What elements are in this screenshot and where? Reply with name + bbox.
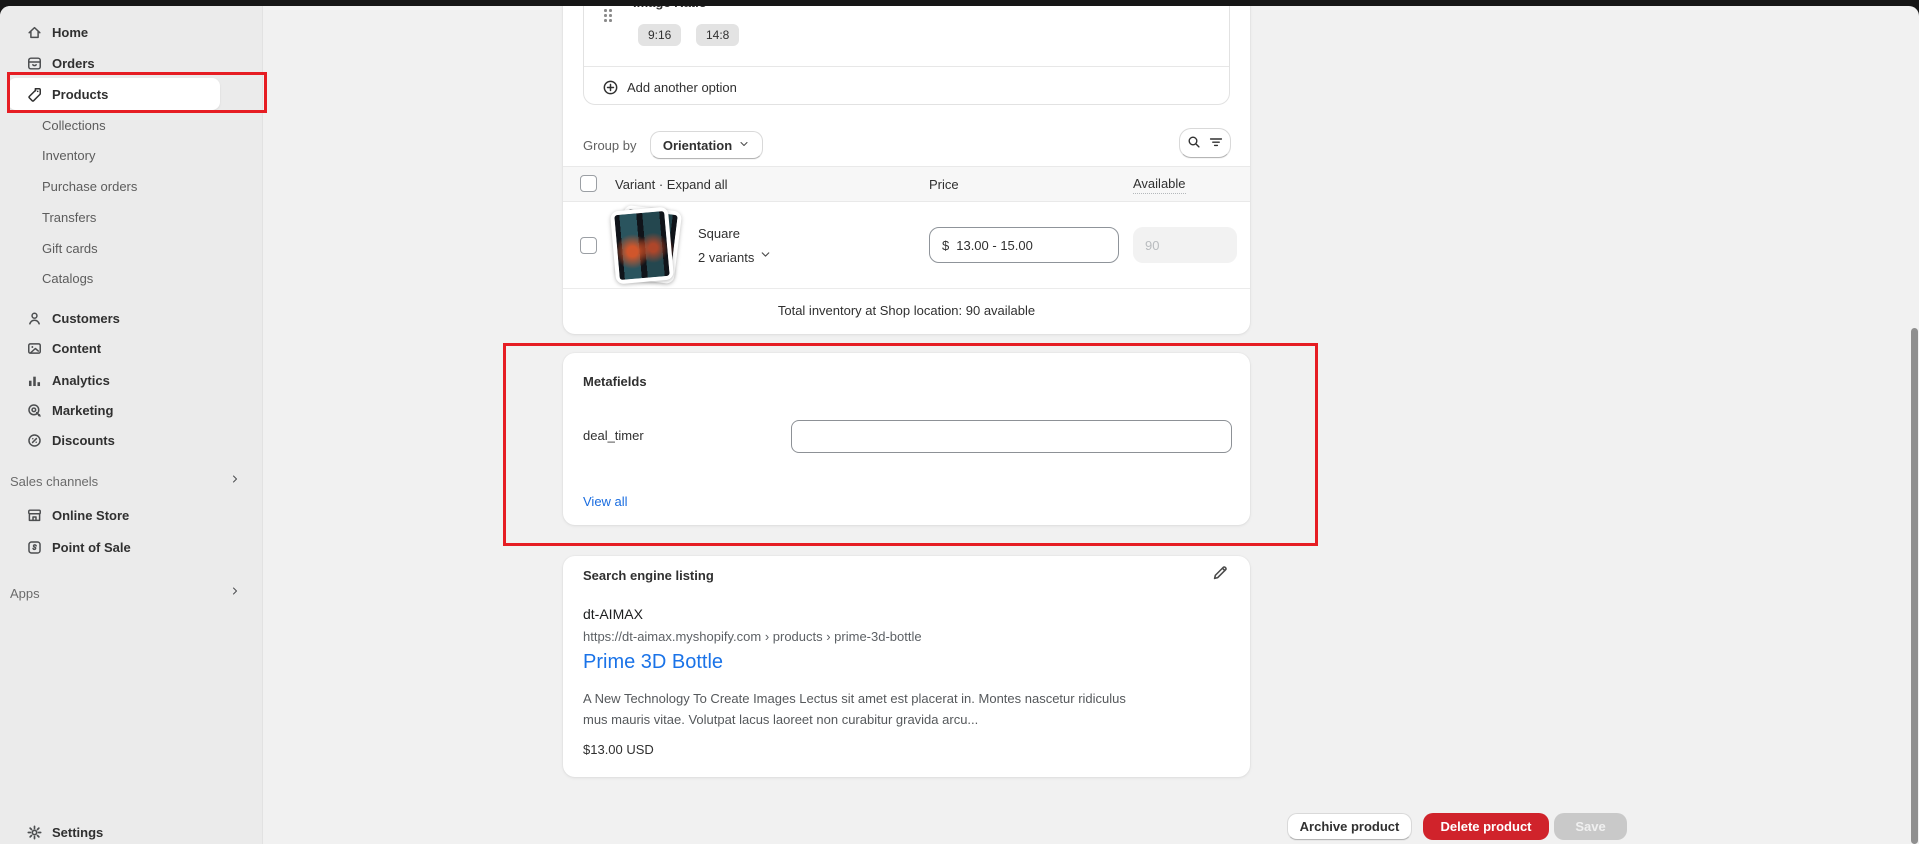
add-another-option-button[interactable]: Add another option (627, 80, 737, 95)
chevron-down-icon (759, 248, 772, 266)
group-by-dropdown[interactable]: Orientation (650, 131, 763, 159)
chevron-down-icon (738, 138, 750, 153)
seo-page-title[interactable]: Prime 3D Bottle (583, 651, 723, 674)
variant-thumbnail[interactable] (604, 206, 690, 286)
expand-variants-toggle[interactable]: 2 variants (698, 248, 772, 266)
pencil-icon (1211, 569, 1229, 586)
save-button: Save (1554, 813, 1627, 840)
option-card-divider (584, 66, 1229, 67)
top-chrome-bar (0, 0, 1919, 6)
currency-prefix: $ (942, 238, 949, 253)
metafields-title: Metafields (583, 374, 647, 389)
total-inventory-text: Total inventory at Shop location: 90 ava… (563, 303, 1250, 318)
variant-row-title: Square (698, 226, 740, 241)
price-range-field[interactable]: $ 13.00 - 15.00 (929, 227, 1119, 263)
row-checkbox[interactable] (580, 237, 597, 254)
archive-product-button[interactable]: Archive product (1287, 813, 1412, 840)
view-all-metafields-link[interactable]: View all (583, 494, 628, 509)
column-variant: Variant · Expand all (615, 177, 728, 192)
group-by-label: Group by (583, 138, 636, 153)
drag-handle-icon[interactable] (604, 9, 612, 23)
option-value-badge[interactable]: 14:8 (696, 24, 739, 46)
metafield-input[interactable] (791, 420, 1232, 453)
price-value: 13.00 - 15.00 (956, 238, 1033, 253)
select-all-checkbox[interactable] (580, 175, 597, 192)
metafield-label: deal_timer (583, 428, 644, 443)
search-filter-button[interactable] (1179, 128, 1231, 158)
seo-url: https://dt-aimax.myshopify.com › product… (583, 629, 922, 644)
filter-icon (1208, 134, 1224, 153)
seo-description: A New Technology To Create Images Lectus… (583, 688, 1143, 730)
plus-circle-icon (602, 79, 619, 101)
column-available: Available (1133, 176, 1186, 194)
search-icon (1186, 134, 1202, 153)
edit-seo-button[interactable] (1211, 564, 1229, 587)
seo-title: Search engine listing (583, 568, 714, 583)
scrollbar-thumb[interactable] (1911, 328, 1918, 844)
delete-product-button[interactable]: Delete product (1423, 813, 1549, 840)
seo-site-name: dt-AIMAX (583, 606, 643, 622)
variant-photo-front (610, 207, 674, 285)
available-quantity-field (1133, 227, 1237, 263)
row-divider (563, 288, 1250, 289)
column-price: Price (929, 177, 959, 192)
seo-price: $13.00 USD (583, 742, 654, 757)
option-value-badge[interactable]: 9:16 (638, 24, 681, 46)
